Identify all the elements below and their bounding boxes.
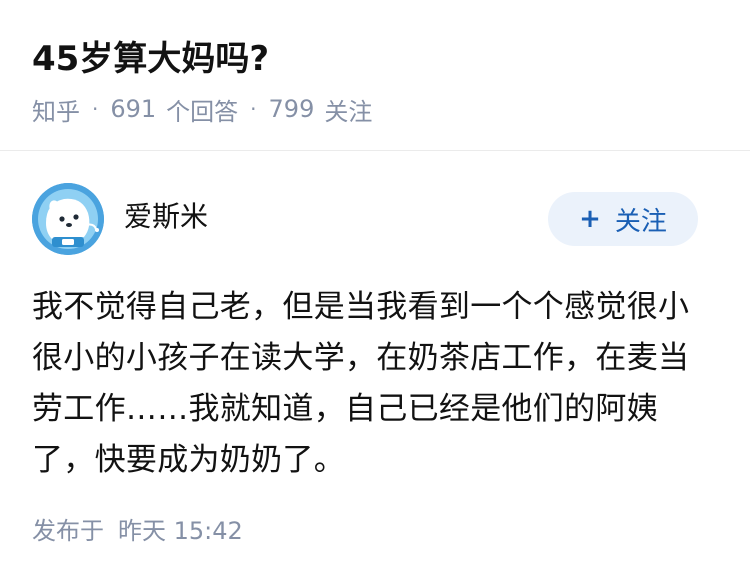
- follower-count-label: 关注: [324, 97, 373, 126]
- avatar[interactable]: [32, 183, 104, 255]
- published-time: 昨天 15:42: [118, 516, 243, 545]
- follow-button[interactable]: + 关注: [548, 192, 698, 246]
- question-header: 45岁算大妈吗? 知乎 · 691 个回答 · 799 关注: [0, 0, 750, 151]
- answer-content: 我不觉得自己老，但是当我看到一个个感觉很小很小的小孩子在读大学，在奶茶店工作，在…: [32, 289, 690, 478]
- source-label[interactable]: 知乎: [32, 92, 80, 127]
- question-meta: 知乎 · 691 个回答 · 799 关注: [32, 92, 372, 126]
- meta-separator: ·: [92, 97, 99, 121]
- meta-separator: ·: [250, 97, 257, 121]
- answer-count-label: 个回答: [166, 97, 239, 126]
- astronaut-dog-icon: [32, 183, 104, 255]
- plus-icon: +: [579, 204, 601, 234]
- follower-count: 799: [268, 95, 315, 123]
- answer-author: 爱斯米 + 关注: [32, 183, 718, 257]
- published-label: 发布于: [32, 516, 104, 545]
- answer-count: 691: [110, 95, 157, 123]
- follow-button-label: 关注: [614, 206, 667, 237]
- author-name[interactable]: 爱斯米: [124, 197, 208, 237]
- answer-time: 发布于 昨天 15:42: [32, 510, 243, 546]
- question-title[interactable]: 45岁算大妈吗?: [32, 35, 269, 83]
